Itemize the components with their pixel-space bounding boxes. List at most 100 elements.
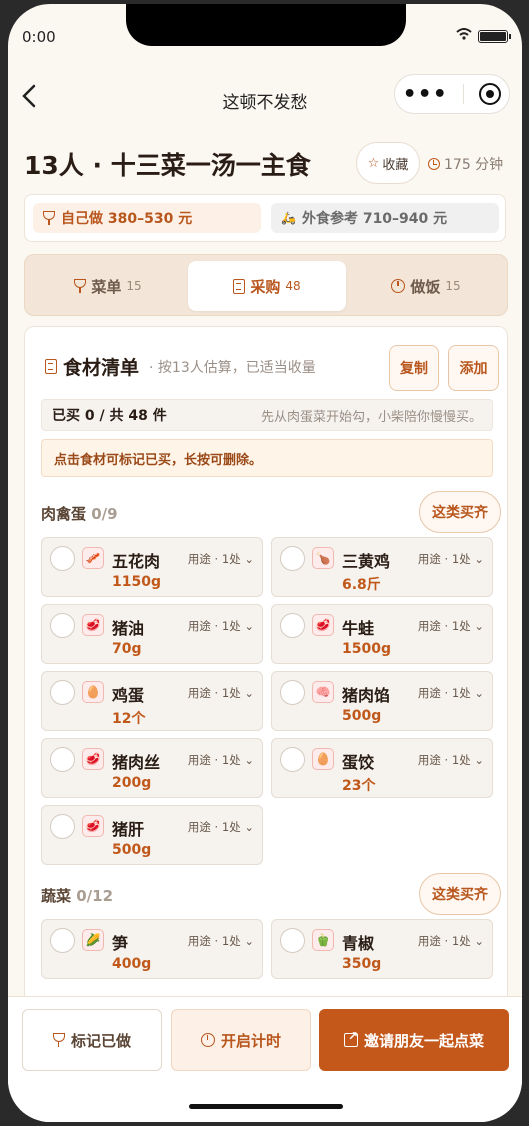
tab-bar: 菜单 15 采购 48 做饭 15: [24, 254, 508, 316]
ingredient-item[interactable]: 🥩 猪油 70g 用途 · 1处 ⌄: [41, 604, 263, 664]
tab-menu-count: 15: [126, 279, 142, 293]
ingredient-item[interactable]: 🥩 猪肉丝 200g 用途 · 1处 ⌄: [41, 738, 263, 798]
chevron-down-icon: ⌄: [470, 552, 484, 566]
notch: [126, 4, 406, 46]
tab-cooking-count: 15: [445, 279, 461, 293]
tab-shopping-count: 48: [285, 279, 301, 293]
checkbox[interactable]: [50, 680, 75, 705]
chevron-down-icon: ⌄: [470, 619, 484, 633]
cost-self: 自己做 380–530 元: [33, 203, 261, 233]
usage-label: 用途 · 1处: [187, 820, 241, 834]
checkbox[interactable]: [280, 680, 305, 705]
mini-program-capsule: •••: [394, 74, 510, 114]
category-name: 肉禽蛋: [41, 505, 87, 523]
copy-button[interactable]: 复制: [389, 345, 439, 391]
ingredient-usage[interactable]: 用途 · 1处 ⌄: [418, 685, 484, 701]
ingredient-icon: 🫑: [312, 929, 334, 951]
checkbox[interactable]: [280, 546, 305, 571]
tab-menu-label: 菜单: [91, 277, 122, 296]
buy-all-meat-button[interactable]: 这类买齐: [419, 491, 501, 533]
ingredient-usage[interactable]: 用途 · 1处 ⌄: [418, 551, 484, 567]
ingredient-usage[interactable]: 用途 · 1处 ⌄: [418, 618, 484, 634]
checkbox[interactable]: [50, 613, 75, 638]
add-button[interactable]: 添加: [448, 345, 499, 391]
tab-shopping[interactable]: 采购 48: [188, 261, 346, 311]
ingredient-item[interactable]: 🥚 蛋饺 23个 用途 · 1处 ⌄: [271, 738, 493, 798]
ingredient-item[interactable]: 🥚 鸡蛋 12个 用途 · 1处 ⌄: [41, 671, 263, 731]
ingredient-name: 蛋饺: [342, 753, 375, 772]
invite-friends-button[interactable]: 邀请朋友一起点菜: [319, 1009, 509, 1071]
home-indicator: [189, 1104, 343, 1109]
ingredient-name: 牛蛙: [342, 619, 375, 638]
duration: 175 分钟: [428, 154, 503, 174]
summary-hint: 先从肉蛋菜开始勾，小柴陪你慢慢买。: [260, 409, 482, 425]
ingredient-usage[interactable]: 用途 · 1处 ⌄: [188, 819, 254, 835]
ingredient-item[interactable]: 🥓 五花肉 1150g 用途 · 1处 ⌄: [41, 537, 263, 597]
page-title: 13人 · 十三菜一汤一主食: [24, 151, 311, 180]
usage-label: 用途 · 1处: [187, 619, 241, 633]
ingredient-item[interactable]: 🌽 笋 400g 用途 · 1处 ⌄: [41, 919, 263, 979]
ingredient-name: 鸡蛋: [112, 686, 145, 705]
ingredient-icon: 🥓: [82, 547, 104, 569]
ingredient-name: 猪肝: [112, 820, 145, 839]
cost-out-text: 外食参考 710–940 元: [301, 211, 448, 227]
timer-icon: [391, 279, 406, 293]
star-icon: ☆: [367, 155, 380, 171]
checkbox[interactable]: [280, 928, 305, 953]
clock-icon: [428, 158, 440, 170]
close-miniprogram-icon[interactable]: [479, 83, 502, 105]
ingredient-item[interactable]: 🧠 猪肉馅 500g 用途 · 1处 ⌄: [271, 671, 493, 731]
checkbox[interactable]: [50, 814, 75, 839]
usage-label: 用途 · 1处: [417, 686, 471, 700]
status-icons: [456, 28, 511, 44]
usage-label: 用途 · 1处: [417, 552, 471, 566]
ingredient-usage[interactable]: 用途 · 1处 ⌄: [418, 933, 484, 949]
ingredient-icon: 🥩: [82, 614, 104, 636]
checkbox[interactable]: [50, 928, 75, 953]
ingredient-usage[interactable]: 用途 · 1处 ⌄: [188, 933, 254, 949]
chevron-down-icon: ⌄: [470, 934, 484, 948]
checkbox[interactable]: [50, 546, 75, 571]
tab-menu[interactable]: 菜单 15: [29, 261, 187, 311]
ingredient-usage[interactable]: 用途 · 1处 ⌄: [188, 685, 254, 701]
ingredient-qty: 23个: [342, 778, 376, 794]
category-header-meat: 肉禽蛋 0/9: [41, 503, 118, 524]
buy-all-veg-button[interactable]: 这类买齐: [419, 873, 501, 915]
ingredient-item[interactable]: 🍗 三黄鸡 6.8斤 用途 · 1处 ⌄: [271, 537, 493, 597]
ingredient-name: 猪肉馅: [342, 686, 391, 705]
scooter-icon: 🛵: [281, 211, 296, 225]
tab-cooking[interactable]: 做饭 15: [347, 261, 505, 311]
favorite-button[interactable]: ☆ 收藏: [356, 142, 420, 184]
wifi-icon: [456, 28, 472, 44]
ingredient-icon: 🌽: [82, 929, 104, 951]
checkbox[interactable]: [280, 747, 305, 772]
ingredient-icon: 🥩: [312, 614, 334, 636]
list-icon: [45, 359, 57, 374]
mark-done-label: 标记已做: [70, 1031, 131, 1050]
list-header: 食材清单 · 按13人估算，已适当收量: [45, 353, 316, 380]
chevron-down-icon: ⌄: [470, 686, 484, 700]
ingredient-usage[interactable]: 用途 · 1处 ⌄: [188, 618, 254, 634]
ingredient-item[interactable]: 🥩 牛蛙 1500g 用途 · 1处 ⌄: [271, 604, 493, 664]
checkbox[interactable]: [280, 613, 305, 638]
list-icon: [233, 278, 246, 294]
cup-icon: [43, 211, 55, 225]
mark-done-button[interactable]: 标记已做: [22, 1009, 162, 1071]
chevron-down-icon: ⌄: [240, 552, 254, 566]
duration-text: 175 分钟: [444, 157, 504, 173]
battery-icon: [478, 29, 511, 43]
ingredient-icon: 🥚: [82, 681, 104, 703]
more-icon[interactable]: •••: [403, 82, 448, 107]
chevron-down-icon: ⌄: [470, 753, 484, 767]
ingredient-usage[interactable]: 用途 · 1处 ⌄: [188, 551, 254, 567]
ingredient-usage[interactable]: 用途 · 1处 ⌄: [418, 752, 484, 768]
ingredient-usage[interactable]: 用途 · 1处 ⌄: [188, 752, 254, 768]
usage-label: 用途 · 1处: [187, 686, 241, 700]
ingredient-item[interactable]: 🫑 青椒 350g 用途 · 1处 ⌄: [271, 919, 493, 979]
ingredient-qty: 1150g: [112, 574, 161, 590]
start-timer-button[interactable]: 开启计时: [171, 1009, 311, 1071]
favorite-label: 收藏: [382, 157, 409, 173]
ingredient-item[interactable]: 🥩 猪肝 500g 用途 · 1处 ⌄: [41, 805, 263, 865]
checkbox[interactable]: [50, 747, 75, 772]
start-timer-label: 开启计时: [220, 1031, 281, 1050]
